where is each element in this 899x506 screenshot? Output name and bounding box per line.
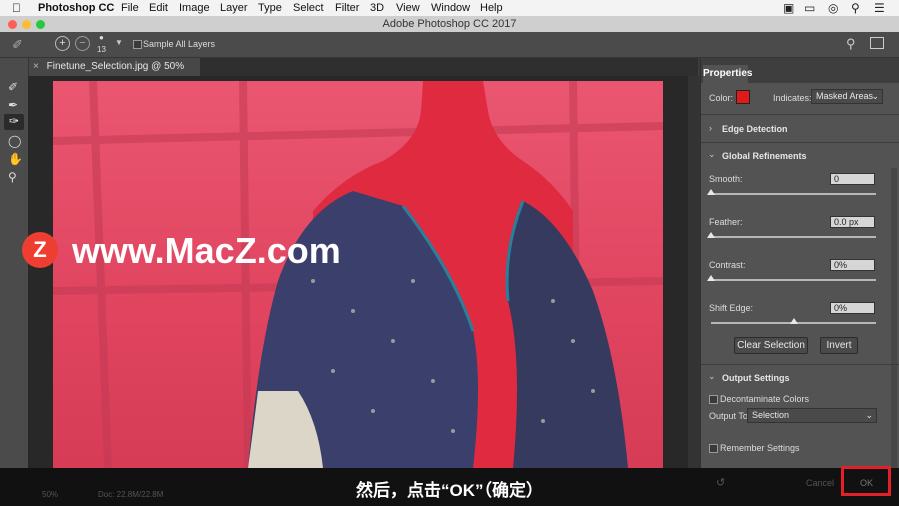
remember-settings-checkbox[interactable]	[709, 444, 718, 453]
add-to-selection-icon[interactable]: +	[55, 36, 70, 51]
invert-button[interactable]: Invert	[820, 337, 858, 354]
menu-window[interactable]: Window	[431, 2, 470, 14]
brush-preview-icon[interactable]: ●	[99, 33, 104, 42]
brush-tool-icon[interactable]: ✑	[4, 114, 24, 130]
smooth-field[interactable]: 0	[830, 173, 875, 185]
edge-detection-header[interactable]: Edge Detection	[722, 124, 788, 134]
indicates-value: Masked Areas	[816, 91, 874, 101]
contrast-slider[interactable]	[711, 279, 876, 281]
menu-edit[interactable]: Edit	[149, 2, 168, 14]
shift-edge-label: Shift Edge:	[709, 303, 754, 313]
panel-tab-bar: Properties	[701, 58, 899, 83]
window-title: Adobe Photoshop CC 2017	[382, 18, 517, 30]
sample-all-layers-checkbox[interactable]	[133, 40, 142, 49]
menu-bar:  Photoshop CC File Edit Image Layer Typ…	[0, 0, 899, 17]
facetime-icon[interactable]: ▣	[783, 1, 794, 15]
vertical-scrollbar[interactable]	[688, 76, 700, 468]
global-refinements-header[interactable]: Global Refinements	[722, 151, 807, 161]
smooth-label: Smooth:	[709, 174, 743, 184]
photo-illustration	[53, 81, 663, 468]
document-tab-bar: × Finetune_Selection.jpg @ 50% (RGB/8)	[28, 58, 698, 90]
menu-type[interactable]: Type	[258, 2, 282, 14]
smooth-slider-thumb[interactable]	[707, 189, 715, 195]
chevron-down-icon[interactable]: ⌄	[708, 371, 716, 382]
chevron-down-icon: ⌄	[865, 410, 873, 420]
clear-selection-button[interactable]: Clear Selection	[734, 337, 808, 354]
watermark-logo: Z	[22, 232, 58, 268]
contrast-field[interactable]: 0%	[830, 259, 875, 271]
close-window-button[interactable]	[8, 20, 17, 29]
menu-3d[interactable]: 3D	[370, 2, 384, 14]
remember-settings-label: Remember Settings	[720, 443, 800, 453]
output-settings-header[interactable]: Output Settings	[722, 373, 790, 383]
subtitle-caption: 然后，点击“OK”（确定）	[356, 481, 543, 500]
decontaminate-checkbox[interactable]	[709, 395, 718, 404]
hand-tool-icon[interactable]: ✋	[8, 152, 23, 166]
menu-filter[interactable]: Filter	[335, 2, 359, 14]
toolbox: ✐ ✒ ✑ ◯ ✋ ⚲	[0, 58, 29, 468]
zoom-tool-icon[interactable]: ⚲	[8, 170, 17, 184]
feather-field[interactable]: 0.0 px	[830, 216, 875, 228]
menu-view[interactable]: View	[396, 2, 420, 14]
workspace-icon[interactable]	[870, 37, 884, 49]
output-to-value: Selection	[752, 410, 790, 420]
window-titlebar: Adobe Photoshop CC 2017	[0, 17, 899, 32]
refine-brush-tool-icon[interactable]: ✐	[12, 37, 23, 53]
quick-selection-tool-icon[interactable]: ✐	[8, 80, 18, 94]
indicates-select[interactable]: Masked Areas ⌄	[811, 89, 883, 104]
refine-edge-brush-tool-icon[interactable]: ✒	[8, 98, 18, 112]
lasso-tool-icon[interactable]: ◯	[8, 134, 21, 148]
properties-tab[interactable]: Properties	[703, 65, 752, 83]
divider	[701, 364, 899, 365]
document-tab[interactable]: × Finetune_Selection.jpg @ 50% (RGB/8)	[28, 58, 200, 90]
menu-list-icon[interactable]: ☰	[874, 1, 885, 15]
smooth-slider[interactable]	[711, 193, 876, 195]
contrast-label: Contrast:	[709, 260, 746, 270]
menu-image[interactable]: Image	[179, 2, 210, 14]
subtract-from-selection-icon[interactable]: −	[75, 36, 90, 51]
output-to-label: Output To:	[709, 411, 751, 421]
brush-size[interactable]: 13	[97, 45, 106, 54]
menu-help[interactable]: Help	[480, 2, 503, 14]
app-menu[interactable]: Photoshop CC	[38, 2, 114, 14]
sample-all-layers-label: Sample All Layers	[143, 39, 216, 49]
decontaminate-label: Decontaminate Colors	[720, 394, 810, 404]
divider	[701, 142, 899, 143]
watermark-text: www.MacZ.com	[72, 230, 341, 271]
output-to-select[interactable]: Selection ⌄	[747, 408, 877, 423]
menu-select[interactable]: Select	[293, 2, 324, 14]
menu-layer[interactable]: Layer	[220, 2, 248, 14]
color-label: Color:	[709, 93, 734, 103]
indicates-label: Indicates:	[773, 93, 812, 103]
overlay-color-swatch[interactable]	[736, 90, 750, 104]
chevron-right-icon[interactable]: ›	[709, 123, 712, 133]
minimize-window-button[interactable]	[22, 20, 31, 29]
chevron-down-icon[interactable]: ⌄	[708, 149, 716, 160]
panel-scrollbar[interactable]	[891, 168, 897, 468]
apple-menu-icon[interactable]: 	[12, 1, 21, 15]
menu-file[interactable]: File	[121, 2, 139, 14]
feather-slider[interactable]	[711, 236, 876, 238]
search-icon[interactable]: ⚲	[846, 36, 856, 52]
chevron-down-icon: ⌄	[871, 91, 879, 101]
shift-edge-slider-thumb[interactable]	[789, 318, 798, 324]
zoom-window-button[interactable]	[36, 20, 45, 29]
shift-edge-field[interactable]: 0%	[830, 302, 875, 314]
feather-label: Feather:	[709, 217, 743, 227]
airplay-icon[interactable]: ▭	[804, 1, 815, 15]
close-tab-icon[interactable]: ×	[33, 61, 39, 72]
document-canvas[interactable]	[53, 81, 663, 468]
notifications-icon[interactable]: ◎	[828, 1, 838, 15]
options-bar: ✐ + − ● 13 ▼ Sample All Layers ⚲	[0, 32, 899, 58]
brush-size-chevron-icon[interactable]: ▼	[115, 38, 123, 47]
ok-button-highlight	[841, 466, 891, 496]
contrast-slider-thumb[interactable]	[707, 275, 715, 281]
search-icon[interactable]: ⚲	[851, 1, 860, 15]
properties-panel: Properties Color: Indicates: Masked Area…	[700, 58, 899, 468]
feather-slider-thumb[interactable]	[707, 232, 715, 238]
divider	[701, 114, 899, 115]
